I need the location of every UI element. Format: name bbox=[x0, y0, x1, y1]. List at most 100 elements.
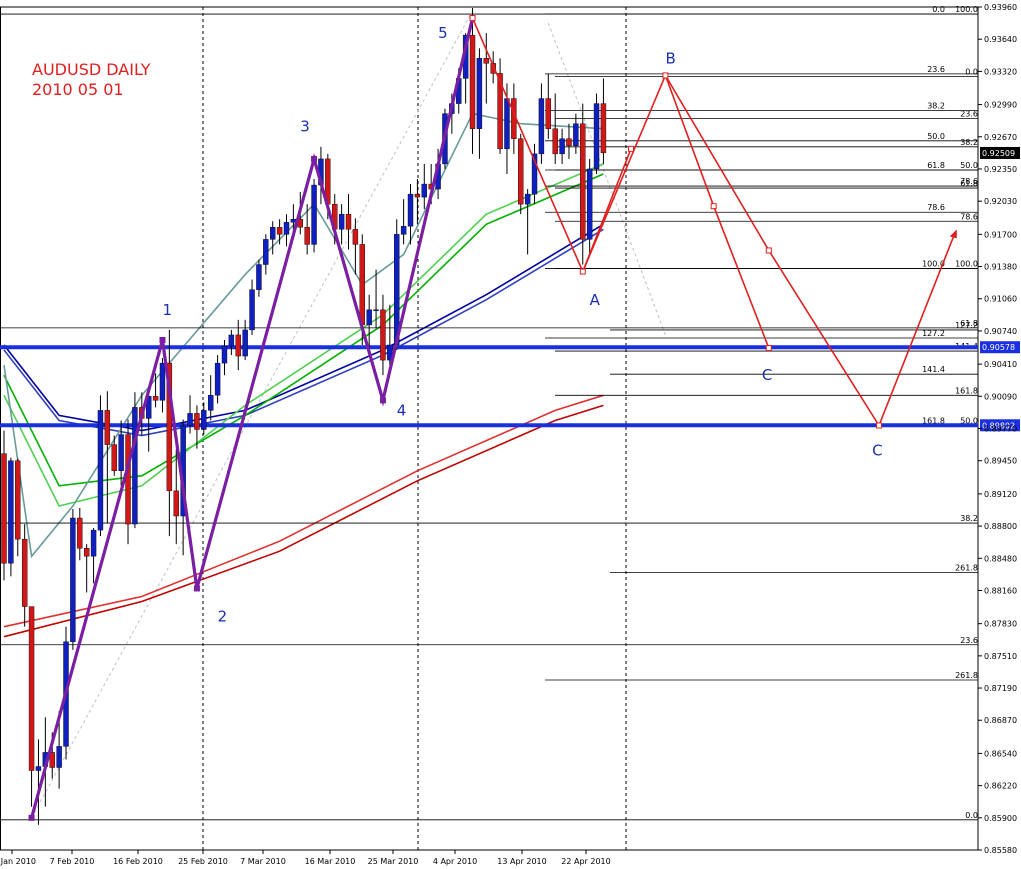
candle-body bbox=[28, 606, 35, 771]
price-tick-label: 0.85900 bbox=[984, 814, 1017, 823]
candle-body bbox=[304, 227, 310, 245]
fib-level-label: 38.2 bbox=[960, 138, 978, 147]
candle-body bbox=[8, 460, 14, 564]
fib-level-label: 38.2 bbox=[927, 102, 945, 111]
candle-body bbox=[400, 226, 407, 235]
candle-body bbox=[421, 183, 427, 198]
candle-body bbox=[538, 98, 545, 155]
support-price-label: 0.90578 bbox=[982, 343, 1015, 352]
projection-path bbox=[664, 75, 770, 349]
price-tick-label: 0.93640 bbox=[984, 35, 1017, 44]
candle-body bbox=[70, 517, 76, 642]
price-axis: 0.93960 0.93640 0.93320 0.92990 0.92670 0.923… bbox=[978, 3, 1020, 855]
abc-correction: A B C C bbox=[469, 15, 957, 460]
date-tick-label: 28 Jan 2010 bbox=[0, 857, 36, 866]
candle-body bbox=[263, 239, 269, 265]
candle-body bbox=[380, 309, 386, 361]
candle-body bbox=[21, 538, 28, 607]
candle-body bbox=[152, 396, 159, 401]
correction-label: C bbox=[762, 366, 772, 384]
price-tick-label: 0.88160 bbox=[984, 586, 1017, 595]
price-chart: 0.023.638.250.061.878.6100.0127.2141.416… bbox=[0, 3, 1020, 866]
candle-body bbox=[469, 34, 476, 129]
fib-level-label: 100.0 bbox=[955, 260, 978, 269]
moving-average-line bbox=[3, 223, 604, 432]
candle-body bbox=[97, 410, 104, 531]
candle-body bbox=[518, 138, 524, 205]
date-tick-label: 25 Feb 2010 bbox=[178, 857, 228, 866]
correction-pivot bbox=[627, 145, 634, 152]
chart-title-line: AUDUSD DAILY bbox=[32, 60, 151, 79]
price-tick-label: 0.86220 bbox=[984, 782, 1017, 791]
candle-body bbox=[187, 413, 193, 426]
correction-pivot bbox=[765, 345, 772, 352]
wave-pivot bbox=[159, 336, 166, 343]
fib-level-label: 38.2 bbox=[960, 514, 978, 523]
candle-body bbox=[125, 434, 131, 525]
price-tick-label: 0.86870 bbox=[984, 716, 1017, 725]
date-tick-label: 7 Feb 2010 bbox=[50, 857, 95, 866]
fib-level-label: 50.0 bbox=[960, 161, 978, 170]
candle-body bbox=[586, 168, 593, 240]
fib-level-label: 141.4 bbox=[922, 365, 945, 374]
candle-body bbox=[214, 362, 221, 396]
candle-body bbox=[283, 222, 290, 235]
fib-level-label: 50.0 bbox=[927, 132, 945, 141]
candle-body bbox=[207, 395, 214, 411]
candle-body bbox=[132, 407, 138, 525]
candle-body bbox=[359, 244, 365, 326]
price-tick-label: 0.86540 bbox=[984, 749, 1017, 758]
candle-body bbox=[593, 103, 600, 170]
current-price-label: 0.92509 bbox=[982, 149, 1015, 158]
date-tick-label: 4 Apr 2010 bbox=[433, 857, 477, 866]
correction-pivot bbox=[876, 422, 883, 429]
candle-body bbox=[270, 227, 276, 240]
wave-label: 1 bbox=[162, 301, 172, 319]
date-tick-label: 16 Feb 2010 bbox=[113, 857, 163, 866]
candle-body bbox=[201, 410, 207, 430]
candle-body bbox=[580, 123, 586, 240]
price-tick-label: 0.92670 bbox=[984, 133, 1017, 142]
price-tick-label: 0.87830 bbox=[984, 620, 1017, 629]
fib-level-label: 61.8 bbox=[960, 319, 978, 328]
fib-level-label: 23.6 bbox=[927, 65, 945, 74]
chart-title-line: 2010 05 01 bbox=[32, 80, 124, 99]
fib-level-label: 0.0 bbox=[965, 811, 978, 820]
price-tick-label: 0.88800 bbox=[984, 522, 1017, 531]
wave-label: 3 bbox=[300, 118, 310, 136]
candle-body bbox=[256, 264, 262, 290]
candle-body bbox=[545, 98, 552, 129]
candle-body bbox=[600, 103, 607, 154]
fib-level-label: 261.8 bbox=[955, 671, 978, 680]
candle-body bbox=[566, 138, 572, 147]
price-tick-label: 0.91700 bbox=[984, 230, 1017, 239]
price-tick-label: 0.85580 bbox=[984, 846, 1017, 855]
candle-body bbox=[552, 128, 558, 155]
candle-body bbox=[235, 334, 241, 357]
price-tick-label: 0.89120 bbox=[984, 490, 1017, 499]
fib-level-label: 100.0 bbox=[955, 5, 978, 14]
correction-label: B bbox=[665, 49, 675, 67]
wave-pivot bbox=[193, 585, 200, 592]
date-tick-label: 13 Apr 2010 bbox=[497, 857, 546, 866]
fib-level-label: 78.6 bbox=[960, 177, 978, 186]
wave-pivot bbox=[28, 814, 35, 821]
wave-label: 5 bbox=[438, 24, 448, 42]
price-tick-label: 0.87510 bbox=[984, 652, 1017, 661]
candle-body bbox=[173, 490, 179, 517]
candle-body bbox=[407, 193, 414, 227]
candle-body bbox=[104, 410, 111, 445]
candle-body bbox=[77, 517, 83, 549]
price-tick-label: 0.93320 bbox=[984, 67, 1017, 76]
candle-body bbox=[476, 58, 483, 129]
moving-average-line bbox=[3, 228, 604, 437]
arrow-head bbox=[949, 229, 957, 239]
candle-body bbox=[373, 309, 379, 311]
candle-body bbox=[15, 460, 21, 540]
price-tick-label: 0.90740 bbox=[984, 327, 1017, 336]
candle-body bbox=[338, 214, 345, 230]
price-tick-label: 0.90410 bbox=[984, 360, 1017, 369]
price-tick-label: 0.93960 bbox=[984, 3, 1017, 12]
candle-body bbox=[276, 227, 283, 235]
correction-pivot bbox=[710, 203, 717, 210]
